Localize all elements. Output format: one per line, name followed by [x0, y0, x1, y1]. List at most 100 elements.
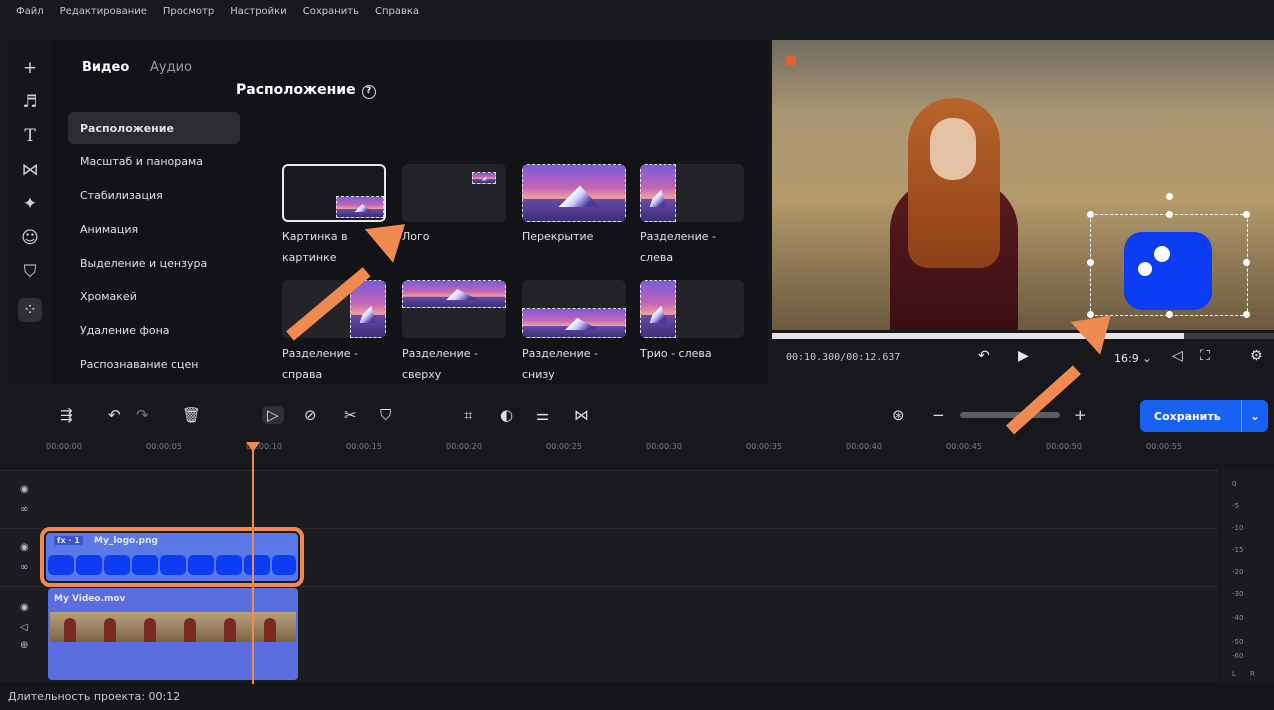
logo-thumbnail — [104, 555, 130, 575]
sidebar-item-highlight-censor[interactable]: Выделение и цензура — [68, 247, 240, 279]
layout-card-split-bottom[interactable] — [522, 280, 626, 338]
effects-icon[interactable]: ✦ — [18, 192, 42, 216]
menu-view[interactable]: Просмотр — [157, 0, 224, 24]
resize-handle[interactable] — [1166, 211, 1173, 218]
video-thumbnail — [170, 612, 210, 642]
filters-icon[interactable]: ⛉ — [18, 260, 42, 284]
speaker-icon[interactable]: ◁ — [20, 622, 28, 633]
layout-card-overlay[interactable] — [522, 164, 626, 222]
clip-name: My Video.mov — [54, 594, 126, 604]
logo-clip[interactable]: fx · 1 My_logo.png — [46, 533, 298, 581]
stickers-icon[interactable]: ☺ — [18, 226, 42, 250]
mountain-thumbnail — [522, 308, 626, 338]
resize-handle[interactable] — [1243, 311, 1250, 318]
menu-settings[interactable]: Настройки — [224, 0, 296, 24]
music-icon[interactable]: ♬ — [18, 90, 42, 114]
save-button-label: Сохранить — [1154, 409, 1221, 423]
adjust-icon[interactable]: ⚌ — [536, 406, 549, 424]
video-clip[interactable]: My Video.mov — [48, 588, 298, 680]
meter-label: -50 — [1232, 638, 1244, 646]
link-icon[interactable]: ∞ — [20, 504, 28, 515]
preview-scrubber[interactable] — [772, 333, 1274, 339]
lock-icon[interactable]: ⊕ — [20, 640, 28, 651]
transition-icon[interactable]: ⋈ — [574, 406, 589, 424]
resize-handle[interactable] — [1166, 311, 1173, 318]
fullscreen-icon[interactable]: ⛶ — [1200, 348, 1210, 364]
menu-save[interactable]: Сохранить — [297, 0, 369, 24]
sidebar-item-bg-removal[interactable]: Удаление фона — [68, 314, 240, 346]
tools-icon[interactable]: ⁘ — [18, 298, 42, 322]
save-button[interactable]: Сохранить ⌄ — [1140, 400, 1268, 432]
undo-playback-icon[interactable]: ↶ — [978, 348, 990, 364]
resize-handle[interactable] — [1087, 259, 1094, 266]
eye-icon[interactable]: ◉ — [20, 602, 29, 613]
resize-handle[interactable] — [1243, 211, 1250, 218]
woman-face — [930, 118, 976, 180]
zoom-in-icon[interactable]: + — [1074, 406, 1087, 424]
zoom-out-icon[interactable]: − — [932, 406, 945, 424]
layout-card-trio-left[interactable] — [640, 280, 744, 338]
timeline-ruler[interactable]: 00:00:00 00:00:05 00:00:10 00:00:15 00:0… — [40, 440, 1220, 468]
layout-label-split-bottom: Разделение - снизу — [522, 347, 598, 381]
record-indicator — [786, 56, 796, 66]
link-icon[interactable]: ∞ — [20, 562, 28, 573]
play-icon[interactable]: ▶ — [1018, 348, 1029, 364]
add-icon[interactable]: + — [18, 56, 42, 80]
eye-icon[interactable]: ◉ — [20, 484, 29, 495]
marker-icon[interactable]: ⛉ — [380, 406, 391, 424]
rotate-handle[interactable] — [1166, 193, 1173, 200]
menu-help[interactable]: Справка — [369, 0, 429, 24]
text-icon[interactable]: T — [18, 124, 42, 148]
logo-thumbnail — [76, 555, 102, 575]
meter-label: L — [1232, 670, 1236, 678]
color-icon[interactable]: ◐ — [500, 406, 513, 424]
ruler-tick: 00:00:00 — [46, 442, 82, 451]
undo-icon[interactable]: ↶ — [108, 406, 121, 424]
mountain-thumbnail — [336, 196, 384, 218]
sidebar-item-animation[interactable]: Анимация — [68, 213, 240, 245]
add-track-icon[interactable]: ⇶ — [60, 406, 73, 424]
status-bar — [0, 684, 1274, 710]
logo-thumbnail — [48, 555, 74, 575]
layout-label-overlay: Перекрытие — [522, 230, 594, 243]
cut-icon[interactable]: ✂ — [344, 406, 357, 424]
sidebar-item-pan-zoom[interactable]: Масштаб и панорама — [68, 145, 240, 177]
help-icon[interactable]: ? — [361, 85, 376, 99]
tab-audio[interactable]: Аудио — [150, 60, 192, 75]
redo-icon[interactable]: ↷ — [136, 406, 149, 424]
sidebar-item-layout[interactable]: Расположение — [68, 112, 240, 144]
volume-icon[interactable]: ◁ — [1172, 348, 1183, 364]
logo-thumbnail — [272, 555, 296, 575]
sidebar-item-chromakey[interactable]: Хромакей — [68, 280, 240, 312]
transitions-icon[interactable]: ⋈ — [18, 158, 42, 182]
delete-icon[interactable]: 🗑 — [182, 406, 201, 424]
video-thumbnail — [50, 612, 90, 642]
layout-label-trio-left: Трио - слева — [640, 347, 712, 360]
aspect-ratio-dropdown[interactable]: 16:9 ⌄ — [1114, 352, 1151, 365]
playhead[interactable] — [252, 446, 254, 684]
gear-icon[interactable]: ⚙ — [1250, 348, 1263, 364]
video-preview[interactable] — [772, 40, 1274, 330]
selection-box[interactable] — [1087, 193, 1250, 318]
menu-edit[interactable]: Редактирование — [54, 0, 157, 24]
eye-icon[interactable]: ◉ — [20, 542, 29, 553]
menu-file[interactable]: Файл — [10, 0, 54, 24]
resize-handle[interactable] — [1087, 211, 1094, 218]
chevron-down-icon[interactable]: ⌄ — [1240, 400, 1260, 432]
layout-card-pip[interactable] — [282, 164, 386, 222]
sidebar-item-scene-detection[interactable]: Распознавание сцен — [68, 348, 240, 380]
disable-icon[interactable]: ⊘ — [304, 406, 317, 424]
select-tool-icon[interactable]: ▷ — [262, 406, 284, 424]
resize-handle[interactable] — [1243, 259, 1250, 266]
layout-label-logo: Лого — [402, 230, 430, 243]
fx-badge: fx · 1 — [54, 536, 83, 545]
crop-icon[interactable]: ⌗ — [464, 406, 472, 424]
layout-card-logo[interactable] — [402, 164, 506, 222]
layout-card-split-top[interactable] — [402, 280, 506, 338]
magnet-icon[interactable]: ⊛ — [892, 406, 905, 424]
zoom-slider[interactable] — [960, 412, 1060, 418]
meter-label: -40 — [1232, 614, 1244, 622]
sidebar-item-stabilization[interactable]: Стабилизация — [68, 179, 240, 211]
layout-card-split-left[interactable] — [640, 164, 744, 222]
tab-video[interactable]: Видео — [82, 60, 129, 75]
